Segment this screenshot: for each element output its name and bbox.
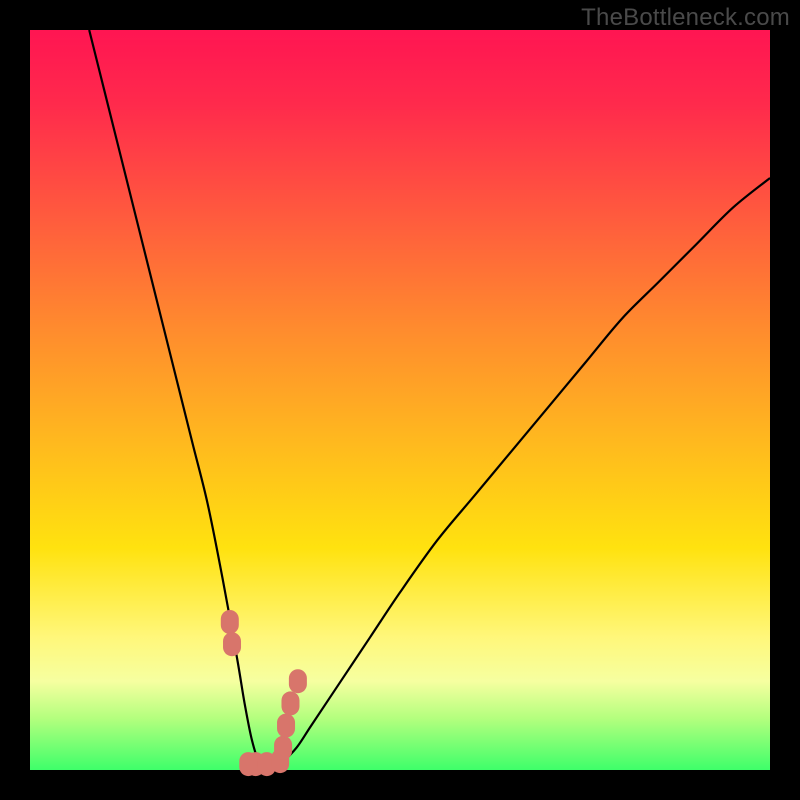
- watermark-text: TheBottleneck.com: [581, 4, 790, 32]
- trough-marker: [281, 691, 299, 715]
- trough-marker: [277, 714, 295, 738]
- chart-overlay: [30, 30, 770, 770]
- outer-frame: TheBottleneck.com: [0, 0, 800, 800]
- trough-marker: [289, 669, 307, 693]
- trough-marker: [221, 610, 239, 634]
- bottleneck-curve: [89, 30, 770, 767]
- trough-marker: [274, 736, 292, 760]
- trough-marker: [223, 632, 241, 656]
